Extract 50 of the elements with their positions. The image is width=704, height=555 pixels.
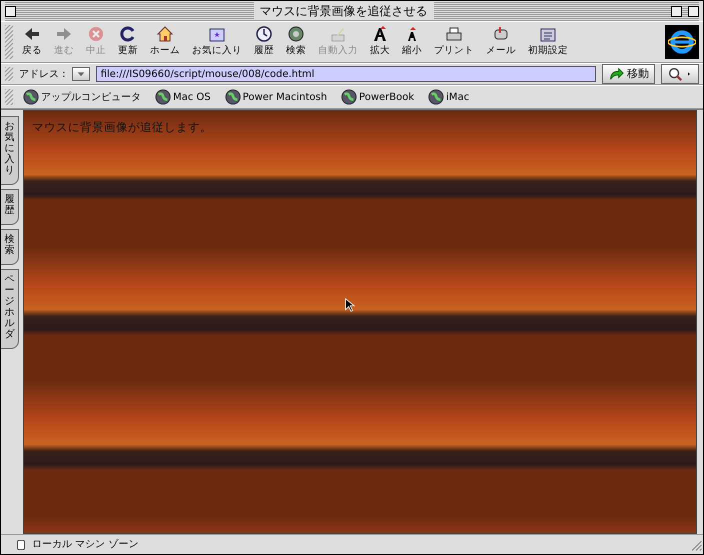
toolbar-button[interactable]: メール [483, 25, 519, 59]
toolbar-button[interactable]: 初期設定 [525, 25, 571, 59]
drag-handle[interactable] [5, 67, 13, 81]
toolbar-button[interactable]: プリント [431, 25, 477, 59]
zoom-box[interactable] [671, 6, 682, 16]
pencil-icon [329, 25, 347, 44]
window-title: マウスに背景画像を追従させる [254, 2, 434, 20]
close-box[interactable] [5, 6, 16, 16]
side-tab[interactable]: 履歴 [1, 189, 19, 225]
favorite-link[interactable]: PowerBook [337, 89, 418, 105]
letter-a-icon [371, 25, 389, 44]
drag-handle[interactable] [5, 89, 13, 105]
side-tab[interactable]: ページホルダ [1, 269, 19, 349]
clock-icon [255, 25, 273, 44]
search-icon [667, 66, 683, 82]
toolbar-button[interactable]: 更新 [115, 25, 141, 59]
house-icon [156, 25, 174, 44]
favorite-link[interactable]: アップルコンピュータ [19, 89, 145, 105]
favorite-link[interactable]: Mac OS [151, 89, 215, 105]
favorite-link[interactable]: Power Macintosh [220, 89, 332, 105]
stop-icon [87, 25, 105, 44]
address-label: アドレス : [19, 68, 66, 82]
toolbar-button[interactable]: 拡大 [367, 25, 393, 59]
refresh-icon [119, 25, 137, 44]
side-tab[interactable]: お気に入り [1, 116, 19, 185]
history-dropdown[interactable] [72, 67, 90, 81]
globe-icon [23, 89, 39, 105]
collapse-box[interactable] [688, 6, 699, 16]
toolbar-button[interactable]: 縮小 [399, 25, 425, 59]
go-button[interactable]: 移動 [602, 64, 655, 84]
favorite-link[interactable]: iMac [424, 89, 474, 105]
document-icon [15, 538, 27, 552]
globe-icon [155, 89, 171, 105]
search-button[interactable] [661, 64, 699, 84]
page-text: マウスに背景画像が追従します。 [32, 119, 212, 136]
toolbar-button[interactable]: 履歴 [251, 25, 277, 59]
caret-icon [686, 70, 692, 78]
toolbar-button[interactable]: 戻る [19, 25, 45, 59]
side-tab[interactable]: 検索 [1, 229, 19, 265]
printer-icon [445, 25, 463, 44]
globe-icon [224, 89, 241, 105]
drag-handle[interactable] [5, 25, 13, 59]
toolbar-button[interactable]: お気に入り [189, 25, 245, 59]
toolbar-button[interactable]: 検索 [283, 25, 309, 59]
address-field[interactable]: file:///IS09660/script/mouse/008/code.html [96, 66, 596, 82]
globe-icon [428, 89, 444, 105]
arrow-icon [608, 66, 624, 82]
status-text: ローカル マシン ゾーン [32, 538, 138, 552]
globe-icon [341, 89, 358, 105]
toolbar-button[interactable]: ホーム [147, 25, 183, 59]
